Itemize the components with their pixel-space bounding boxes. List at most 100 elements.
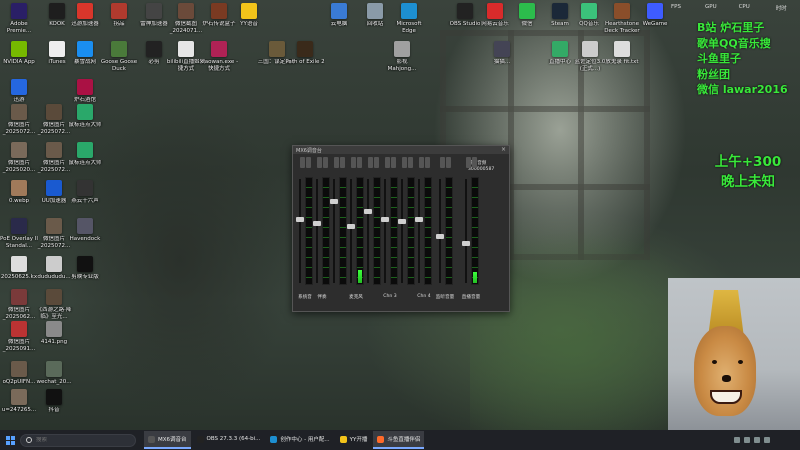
fader-knob[interactable] [296,217,304,222]
netease-icon [487,3,503,19]
desktop-icon[interactable]: 影视 Mahjong... [383,38,421,78]
fader-knob[interactable] [330,199,338,204]
fader-knob[interactable] [398,219,406,224]
desktop-icon-label: WeGame [642,21,668,27]
network-icon[interactable] [754,437,760,443]
desktop-icon[interactable]: 鼠标连点大师 [66,139,104,179]
desktop-icon[interactable]: 抖音 [35,386,73,426]
desktop-icon[interactable]: Adobe Premie... [0,0,38,40]
taskbar-app[interactable]: OBS 27.3.3 (64-bi... [193,431,265,449]
fader-knob[interactable] [364,209,372,214]
mute-button[interactable] [317,157,322,168]
fader-knob[interactable] [347,224,355,229]
solo-button[interactable] [446,157,451,168]
desktop-icon[interactable]: 暴雪战网 [66,38,104,78]
autoclick-icon [77,142,93,158]
fader-track[interactable] [296,179,304,283]
solo-button[interactable] [374,157,379,168]
desktop-icon[interactable]: Microsoft Edge [390,0,428,40]
desktop-icon[interactable]: 微信图片_2025091... [0,318,38,358]
search-input[interactable] [36,437,116,443]
desktop-icon[interactable]: 燕云十六声 [66,177,104,217]
solo-button[interactable] [408,157,413,168]
desktop-icon[interactable]: 微信图片_2025072... [0,101,38,141]
douyin-icon [46,389,62,405]
desktop-icon[interactable]: 猫猫... [483,38,521,78]
xunyou2-icon [11,79,27,95]
mute-button[interactable] [440,157,445,168]
fader-track[interactable] [347,179,355,283]
taskbar-app[interactable]: YY开播 [336,431,372,449]
mixer-titlebar[interactable]: MX6调音台 × [293,146,509,154]
solo-button[interactable] [472,157,477,168]
desktop-icon[interactable]: 迅游加速器 [66,0,104,40]
fader-knob[interactable] [415,217,423,222]
premiere-icon [11,3,27,19]
desktop-icon[interactable]: 拐品 [100,0,138,40]
desktop-icon[interactable]: 微信图片_2025020... [0,139,38,179]
meter-fill [473,272,477,283]
image-icon [46,321,62,337]
fader-track[interactable] [436,179,444,283]
desktop-icon[interactable]: WeGame [636,0,674,40]
xunyou-icon [77,3,93,19]
mixer-channel: Chn 4 [415,157,434,303]
desktop-icon[interactable]: 鼠标连点大师 [66,101,104,141]
taskbar-app[interactable]: 斗鱼直播伴侣 [373,431,425,449]
mute-button[interactable] [385,157,390,168]
desktop-icon[interactable]: u=247265... [0,386,38,426]
fader-track[interactable] [381,179,389,283]
solo-button[interactable] [425,157,430,168]
mute-button[interactable] [402,157,407,168]
mute-button[interactable] [368,157,373,168]
fader-track[interactable] [398,179,406,283]
desktop-icon[interactable]: NVIDIA App [0,38,38,78]
desktop-icon[interactable]: Path of Exile 2 [285,38,325,78]
fader-track[interactable] [462,179,470,283]
mute-button[interactable] [300,157,305,168]
desktop-icon-label: xiaowan.exe - 快捷方式 [199,59,239,72]
fader-track[interactable] [364,179,372,283]
solo-button[interactable] [340,157,345,168]
fader-knob[interactable] [313,221,321,226]
taskbar-app[interactable]: MX6调音台 [144,431,191,449]
volume-icon[interactable] [764,437,770,443]
fader-track[interactable] [313,179,321,283]
fader-knob[interactable] [462,241,470,246]
fader-track[interactable] [330,179,338,283]
desktop-icon-label: 抖音 [48,407,60,413]
mute-button[interactable] [466,157,471,168]
taskbar-search[interactable] [20,433,136,447]
desktop-icon[interactable]: 4141.png [35,318,73,358]
desktop-icon[interactable]: 0.webp [0,177,38,217]
taskbar-app[interactable]: 创作中心 - 用户配... [266,431,333,449]
desktop-icon[interactable]: 回收站 [356,0,394,40]
live-center-icon [552,41,568,57]
desktop-icon-label: 鼠标连点大师 [68,122,102,128]
meter-scale [391,178,397,284]
close-icon[interactable]: × [501,147,506,153]
desktop-icon[interactable]: YY语音 [230,0,268,40]
mute-button[interactable] [334,157,339,168]
fader-track[interactable] [415,179,423,283]
solo-button[interactable] [323,157,328,168]
solo-button[interactable] [357,157,362,168]
desktop-icon[interactable]: xiaowan.exe - 快捷方式 [200,38,238,78]
fader-knob[interactable] [436,234,444,239]
desktop-icon[interactable]: PoE Overlay II Standal... [0,215,38,255]
mute-button[interactable] [351,157,356,168]
poe-overlay-icon [11,218,27,234]
tray-icon[interactable] [734,437,740,443]
desktop-icon[interactable]: Goose Goose Duck [100,38,138,78]
solo-button[interactable] [306,157,311,168]
start-button[interactable] [0,430,20,450]
tray-icon[interactable] [744,437,750,443]
fader-knob[interactable] [381,217,389,222]
mute-button[interactable] [419,157,424,168]
bijian-icon [146,41,162,57]
desktop-icon[interactable]: 放鬼录 fit.txt [603,38,641,78]
solo-button[interactable] [391,157,396,168]
desktop-icon[interactable]: Havendock [66,215,104,255]
desktop-icon[interactable]: 云电脑 [320,0,358,40]
image-icon [178,3,194,19]
